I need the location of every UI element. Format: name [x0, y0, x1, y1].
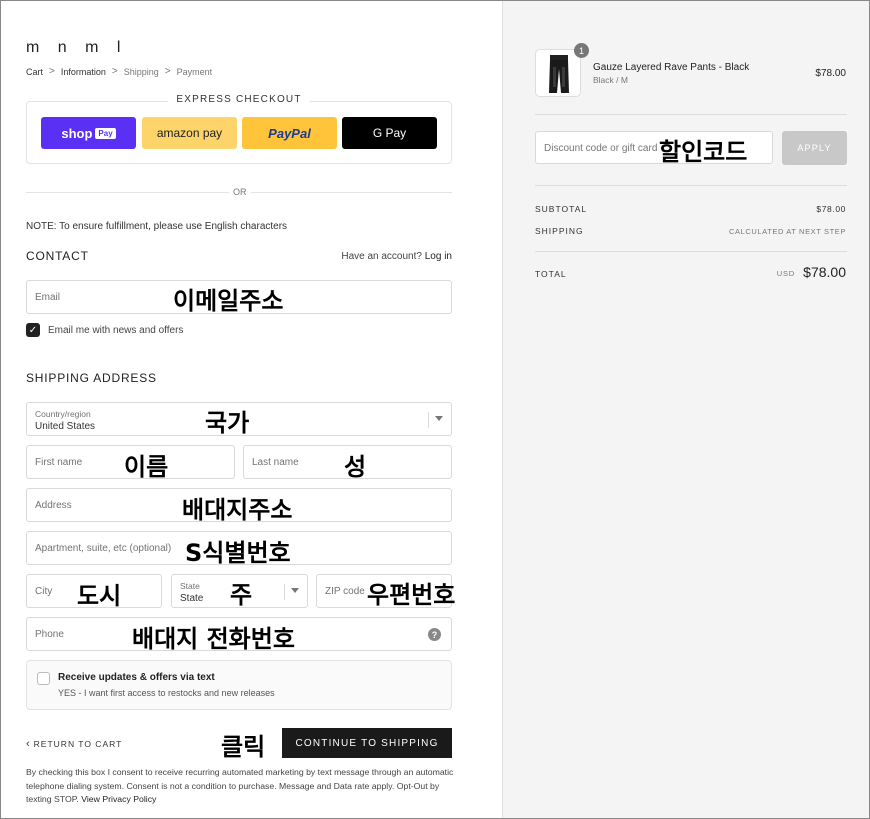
click-annotation: 클릭: [221, 733, 266, 761]
total-label: TOTAL: [535, 269, 567, 279]
shipping-address-title: SHIPPING ADDRESS: [26, 371, 157, 385]
state-label: State: [180, 581, 200, 591]
paypal-button[interactable]: PayPal: [242, 117, 337, 149]
email-placeholder: Email: [35, 292, 61, 303]
newsletter-checkbox[interactable]: ✓: [26, 323, 40, 337]
subtotal-value: $78.00: [816, 204, 846, 214]
address-placeholder: Address: [35, 500, 72, 511]
country-value: United States: [35, 421, 96, 432]
city-placeholder: City: [35, 586, 53, 597]
store-logo[interactable]: m n m l: [26, 39, 127, 57]
chevron-right-icon: >: [164, 66, 171, 77]
address-annotation: 배대지주소: [182, 496, 293, 524]
total-value: $78.00: [803, 264, 846, 280]
shipping-label: SHIPPING: [535, 226, 584, 236]
sms-optin-checkbox[interactable]: [37, 672, 50, 685]
divider: [535, 185, 847, 186]
country-select[interactable]: Country/region United States 국가: [26, 402, 452, 437]
product-price: $78.00: [815, 68, 846, 79]
account-prompt: Have an account? Log in: [341, 251, 452, 262]
sms-optin-subtitle: YES - I want first access to restocks an…: [58, 688, 275, 698]
product-thumbnail: [535, 49, 581, 97]
sms-optin-title: Receive updates & offers via text: [58, 672, 215, 683]
subtotal-label: SUBTOTAL: [535, 204, 588, 214]
legal-text: By checking this box I consent to receiv…: [26, 767, 454, 804]
chevron-down-icon: [291, 588, 299, 593]
first-name-annotation: 이름: [124, 453, 169, 481]
shop-pay-badge: Pay: [95, 127, 116, 139]
chevron-left-icon: ‹: [26, 738, 31, 750]
email-field[interactable]: Email 이메일주소: [26, 280, 452, 315]
apartment-field[interactable]: Apartment, suite, etc (optional) S식별번호: [26, 531, 452, 567]
breadcrumb-payment: Payment: [176, 66, 213, 77]
chevron-down-icon: [435, 416, 443, 421]
pants-image: [549, 55, 569, 93]
help-icon[interactable]: ?: [428, 628, 441, 641]
divider: [535, 114, 847, 115]
state-annotation: 주: [230, 581, 253, 609]
product-variant: Black / M: [593, 75, 628, 85]
amazon-pay-button[interactable]: amazon pay: [142, 117, 237, 149]
breadcrumb-information: Information: [60, 66, 106, 77]
sms-optin-box[interactable]: Receive updates & offers via text YES - …: [26, 660, 452, 710]
zip-annotation: 우편번호: [367, 581, 456, 609]
address-field[interactable]: Address 배대지주소: [26, 488, 452, 524]
apartment-placeholder: Apartment, suite, etc (optional): [35, 543, 172, 554]
checkout-page: m n m l Cart > Information > Shipping > …: [0, 0, 870, 819]
last-name-placeholder: Last name: [252, 457, 299, 468]
shop-pay-button[interactable]: shop Pay: [41, 117, 136, 149]
zip-placeholder: ZIP code: [325, 586, 365, 597]
continue-to-shipping-button[interactable]: CONTINUE TO SHIPPING: [282, 728, 452, 758]
breadcrumb-shipping: Shipping: [123, 66, 159, 77]
city-annotation: 도시: [77, 582, 122, 610]
or-label: OR: [229, 187, 251, 197]
breadcrumb-cart[interactable]: Cart: [26, 67, 43, 77]
chevron-right-icon: >: [111, 66, 118, 77]
discount-annotation: 할인코드: [659, 138, 748, 166]
country-label: Country/region: [35, 409, 91, 419]
english-note: NOTE: To ensure fulfillment, please use …: [26, 221, 288, 232]
apply-button[interactable]: APPLY: [782, 131, 847, 165]
discount-placeholder: Discount code or gift card: [544, 143, 658, 154]
total-currency: USD: [776, 269, 795, 278]
state-select[interactable]: State State 주: [171, 574, 308, 609]
state-value: State: [180, 593, 204, 604]
product-name: Gauze Layered Rave Pants - Black: [593, 62, 750, 73]
phone-field[interactable]: Phone 배대지 전화번호 ?: [26, 617, 452, 653]
checkout-form-panel: m n m l Cart > Information > Shipping > …: [1, 1, 502, 818]
login-link[interactable]: Log in: [425, 251, 452, 262]
select-divider: [284, 584, 285, 600]
privacy-policy-link[interactable]: View Privacy Policy: [81, 794, 156, 804]
order-summary-panel: 1 Gauze Layered Rave Pants - Black Black…: [502, 1, 869, 818]
country-annotation: 국가: [205, 409, 250, 437]
phone-placeholder: Phone: [35, 629, 64, 640]
breadcrumb: Cart > Information > Shipping > Payment: [26, 66, 212, 77]
google-pay-button[interactable]: G Pay: [342, 117, 437, 149]
newsletter-label: Email me with news and offers: [48, 324, 184, 336]
email-annotation: 이메일주소: [173, 287, 284, 315]
select-divider: [428, 412, 429, 428]
divider: [535, 251, 847, 252]
newsletter-row[interactable]: ✓ Email me with news and offers: [26, 323, 183, 337]
city-field[interactable]: City 도시: [26, 574, 162, 610]
chevron-right-icon: >: [49, 66, 55, 77]
first-name-placeholder: First name: [35, 457, 83, 468]
last-name-annotation: 성: [344, 453, 367, 481]
express-checkout-title: EXPRESS CHECKOUT: [26, 94, 452, 105]
last-name-field[interactable]: Last name 성: [243, 445, 452, 481]
contact-title: CONTACT: [26, 249, 89, 263]
phone-annotation: 배대지 전화번호: [132, 625, 295, 653]
shipping-value: CALCULATED AT NEXT STEP: [728, 227, 846, 236]
return-to-cart-link[interactable]: ‹ RETURN TO CART: [26, 738, 122, 750]
first-name-field[interactable]: First name 이름: [26, 445, 235, 481]
apartment-annotation: S식별번호: [185, 539, 291, 567]
quantity-badge: 1: [574, 43, 589, 58]
